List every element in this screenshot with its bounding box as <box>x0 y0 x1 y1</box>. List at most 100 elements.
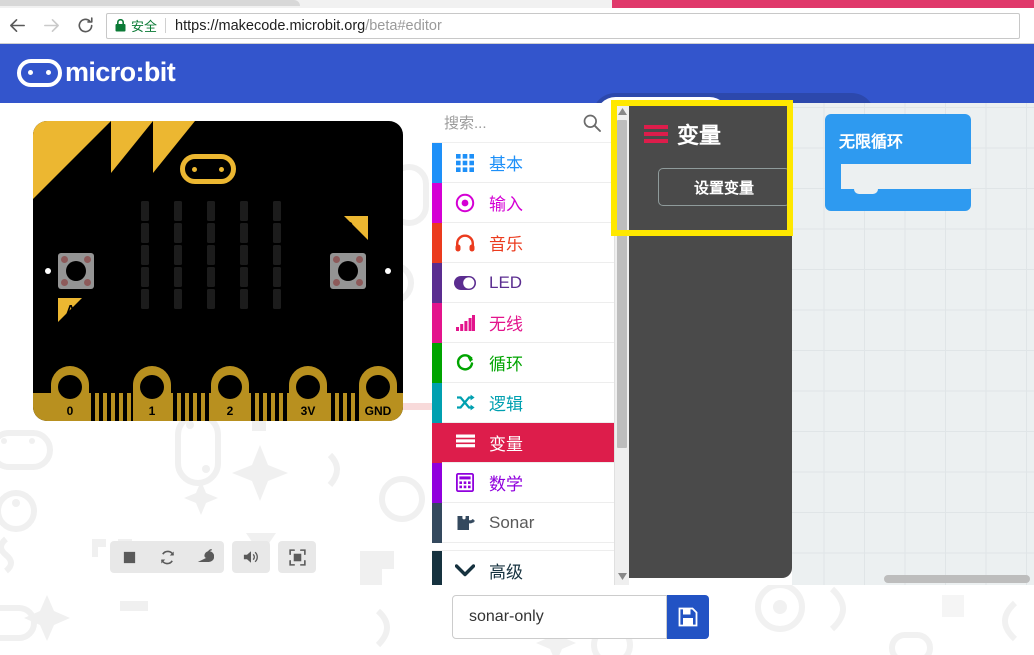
forward-button[interactable] <box>34 9 68 43</box>
search-icon[interactable] <box>582 113 602 133</box>
led-pixel <box>141 267 149 287</box>
headphones-icon <box>454 234 476 252</box>
led-pixel <box>273 289 281 309</box>
sidebar-item-input[interactable]: 输入 <box>432 183 614 223</box>
secure-label: 安全 <box>131 19 158 34</box>
blockly-canvas[interactable]: 无限循环 <box>792 103 1034 585</box>
category-label: 数学 <box>489 475 523 494</box>
led-pixel <box>273 223 281 243</box>
category-stripe <box>432 503 442 543</box>
restart-button[interactable] <box>148 541 186 573</box>
board-edge-dot-left <box>45 268 51 274</box>
slow-motion-button[interactable] <box>186 541 224 573</box>
hamburger-icon <box>644 125 668 143</box>
scroll-down-icon[interactable] <box>615 568 629 585</box>
sidebar-item-led[interactable]: LED <box>432 263 614 303</box>
led-pixel <box>174 245 182 265</box>
pin-3v[interactable]: 3V <box>289 366 327 421</box>
save-floppy-icon <box>678 607 698 627</box>
led-pixel <box>174 289 182 309</box>
fullscreen-button[interactable] <box>278 541 316 573</box>
led-pixel <box>207 289 215 309</box>
sidebar-item-variables[interactable]: 变量 <box>432 423 614 463</box>
led-pixel <box>174 223 182 243</box>
logo-text: micro:bit <box>65 57 176 87</box>
make-variable-label: 设置变量 <box>693 179 754 197</box>
button-pin <box>61 279 68 286</box>
edge-connector: 0 1 2 3V GND <box>33 366 403 421</box>
category-label: LED <box>489 272 523 292</box>
led-pixel <box>174 267 182 287</box>
microbit-logo[interactable]: micro:bit <box>17 57 176 88</box>
led-pixel <box>273 201 281 221</box>
browser-tab-strip <box>0 0 1034 11</box>
stop-button[interactable] <box>110 541 148 573</box>
toolbox-search[interactable]: 搜索... <box>432 103 614 143</box>
flyout-title-label: 变量 <box>677 123 722 148</box>
category-stripe <box>432 183 442 223</box>
led-pixel <box>273 245 281 265</box>
led-pixel <box>141 201 149 221</box>
led-pixel <box>207 201 215 221</box>
button-pin <box>84 256 91 263</box>
project-name-input[interactable]: sonar-only <box>452 595 667 639</box>
microbit-board[interactable]: A B 0 1 2 3V GND <box>33 121 403 421</box>
back-button[interactable] <box>0 9 34 43</box>
back-arrow-icon <box>9 18 25 33</box>
reload-button[interactable] <box>68 9 102 43</box>
sidebar-item-music[interactable]: 音乐 <box>432 223 614 263</box>
grid-icon <box>454 153 476 172</box>
scroll-up-icon[interactable] <box>615 103 629 120</box>
omnibox-divider <box>165 18 167 33</box>
save-project-button[interactable] <box>667 595 709 639</box>
make-variable-button[interactable]: 设置变量 <box>658 168 790 206</box>
block-bottom <box>825 189 971 211</box>
usb-connector-icon <box>180 154 236 184</box>
url-path: /beta#editor <box>365 17 442 34</box>
category-label: Sonar <box>489 512 535 532</box>
hamburger-icon <box>454 434 476 451</box>
browser-tab[interactable] <box>0 0 300 6</box>
block-forever[interactable]: 无限循环 <box>825 114 971 211</box>
sidebar-item-logic[interactable]: 逻辑 <box>432 383 614 423</box>
calculator-icon <box>454 473 476 492</box>
mute-button[interactable] <box>232 541 270 573</box>
led-pixel <box>207 267 215 287</box>
category-label: 无线 <box>489 315 523 334</box>
sidebar-item-math[interactable]: 数学 <box>432 463 614 503</box>
category-label: 高级 <box>489 563 523 582</box>
led-pixel <box>141 223 149 243</box>
button-a[interactable] <box>58 253 94 289</box>
sim-audio-group <box>232 541 270 573</box>
button-b[interactable] <box>330 253 366 289</box>
microbit-face-icon <box>17 58 62 87</box>
led-pixel <box>207 223 215 243</box>
sim-fullscreen-group <box>278 541 316 573</box>
button-pin <box>356 279 363 286</box>
pin-gnd[interactable]: GND <box>359 366 397 421</box>
sidebar-item-loops[interactable]: 循环 <box>432 343 614 383</box>
pin-0[interactable]: 0 <box>51 366 89 421</box>
pin-1[interactable]: 1 <box>133 366 171 421</box>
pin-2[interactable]: 2 <box>211 366 249 421</box>
scrollbar-thumb[interactable] <box>617 120 627 448</box>
sidebar-item-radio[interactable]: 无线 <box>432 303 614 343</box>
category-stripe <box>432 423 442 463</box>
address-bar[interactable]: 安全 https://makecode.microbit.org/beta#ed… <box>106 12 1020 39</box>
shuffle-icon <box>454 394 476 411</box>
led-pixel <box>240 289 248 309</box>
category-label: 音乐 <box>489 235 523 254</box>
sidebar-item-sonar[interactable]: Sonar <box>432 503 614 543</box>
category-label: 变量 <box>489 435 523 454</box>
block-arm <box>825 164 841 189</box>
snail-icon <box>197 549 214 562</box>
toolbox-scrollbar[interactable] <box>615 103 629 585</box>
extension-icon <box>454 514 476 532</box>
block-label: 无限循环 <box>839 134 904 151</box>
led-pixel <box>141 245 149 265</box>
canvas-horizontal-scrollbar[interactable] <box>884 575 1030 583</box>
sidebar-item-basic[interactable]: 基本 <box>432 143 614 183</box>
toolbox-divider <box>432 543 614 551</box>
category-label: 输入 <box>489 195 523 214</box>
led-matrix[interactable] <box>141 201 281 311</box>
